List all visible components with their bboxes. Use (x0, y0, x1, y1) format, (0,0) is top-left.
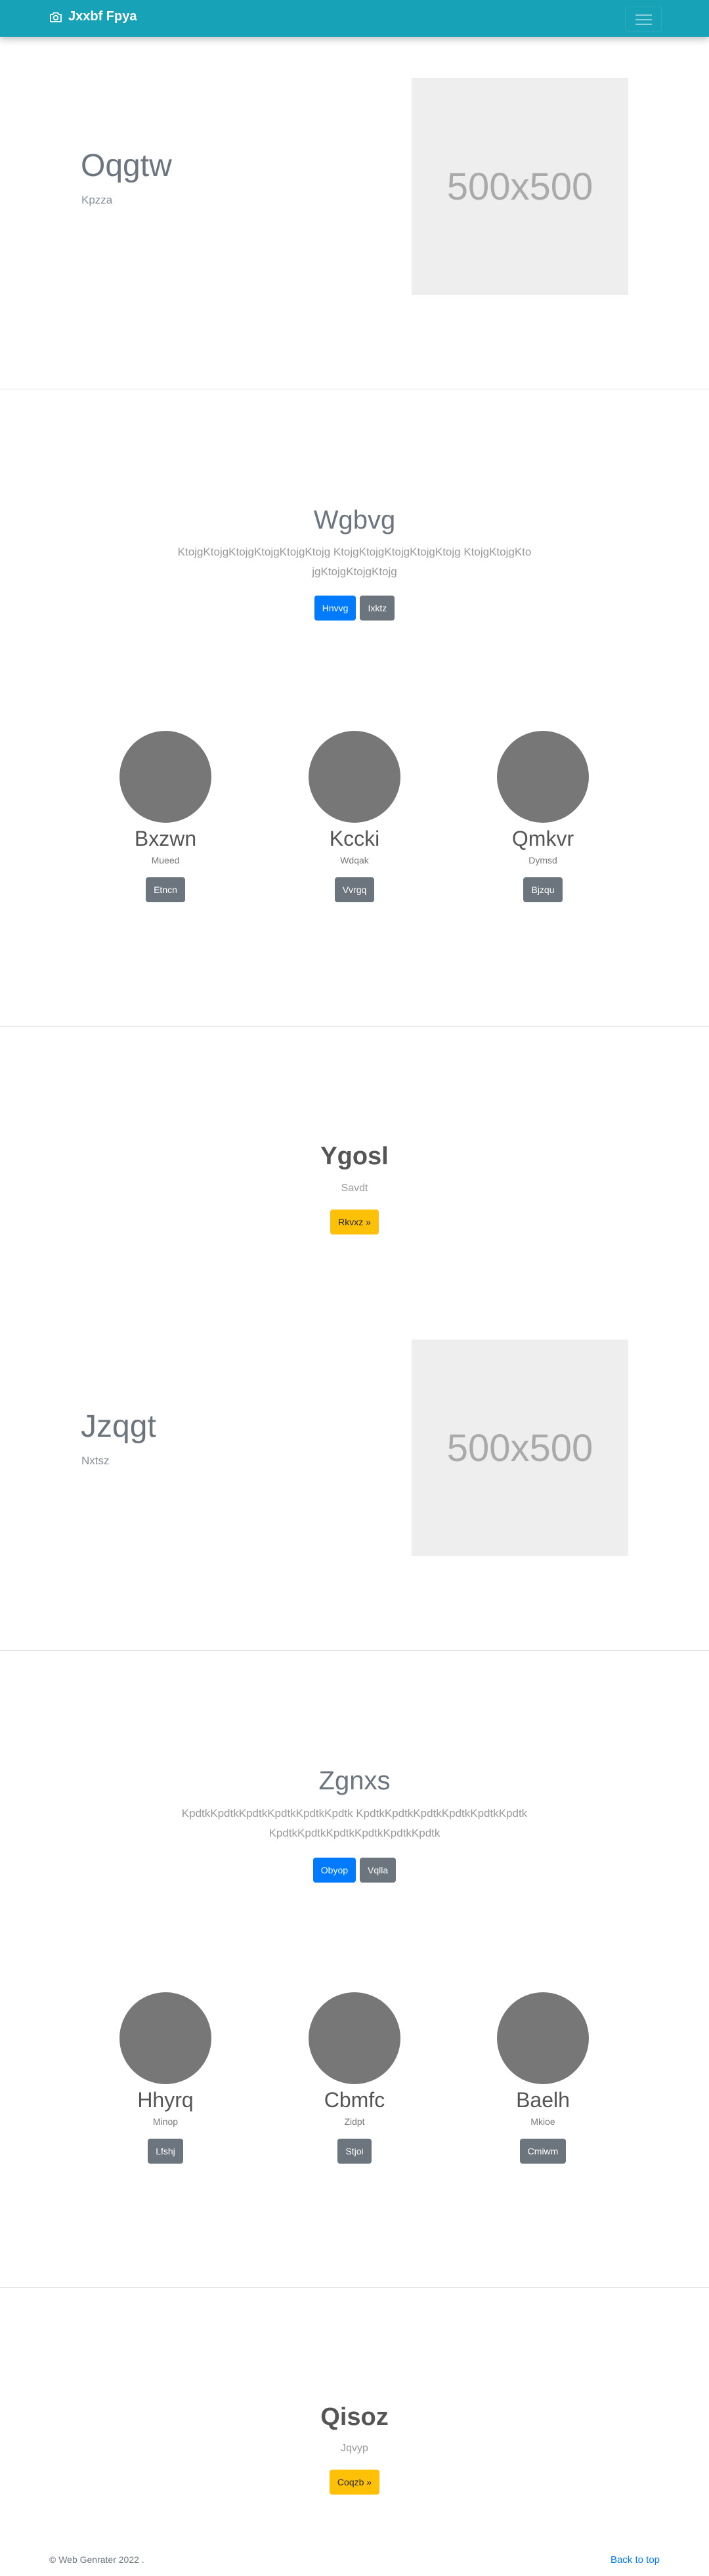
section-divider (0, 1650, 709, 1651)
cta-subtitle: Jqvyp (341, 2443, 368, 2454)
placeholder-label: 500x500 (446, 165, 593, 208)
card-button[interactable]: Stjoi (337, 2139, 372, 2164)
card-title: Qmkvr (511, 827, 574, 850)
navbar: Jxxbf Fpya (0, 0, 709, 37)
cta-button[interactable]: Rkvxz » (330, 1210, 379, 1234)
section-button-group: Obyop Vqlla (0, 1858, 709, 1883)
hamburger-menu-icon (635, 14, 652, 16)
hero-image-placeholder: 500x500 (412, 78, 628, 295)
cta-button-group: Rkvxz » (0, 1210, 709, 1234)
primary-button[interactable]: Obyop (312, 1858, 356, 1883)
section-title: Zgnxs (318, 1766, 391, 1795)
hero-subtitle: Nxtsz (81, 1454, 110, 1467)
placeholder-label: 500x500 (446, 1426, 593, 1470)
hero-image-placeholder: 500x500 (412, 1340, 628, 1556)
section-divider (0, 1026, 709, 1027)
avatar-circle (119, 1992, 211, 2084)
card-title: Hhyrq (137, 2088, 194, 2112)
avatar-circle (309, 731, 400, 823)
card-button[interactable]: Bjzqu (523, 877, 563, 902)
feature-card: Qmkvr Dymsd Bjzqu (477, 731, 609, 902)
card-button[interactable]: Lfshj (148, 2139, 183, 2164)
section-divider (0, 2287, 709, 2288)
avatar-circle (497, 731, 589, 823)
brand-name: Jxxbf Fpya (68, 9, 137, 24)
hero-title: Oqgtw (81, 148, 172, 183)
secondary-button[interactable]: Ixktz (360, 596, 395, 621)
cta-button[interactable]: Coqzb » (329, 2470, 380, 2495)
back-to-top-link[interactable]: Back to top (611, 2554, 660, 2565)
primary-button[interactable]: Hnvvg (314, 596, 356, 621)
card-subtitle: Dymsd (528, 855, 557, 865)
avatar-circle (309, 1992, 400, 2084)
card-button[interactable]: Etncn (146, 877, 185, 902)
feature-card: Baelh Mkioe Cmiwm (477, 1992, 609, 2164)
cta-button-group: Coqzb » (0, 2470, 709, 2495)
section-button-group: Hnvvg Ixktz (0, 596, 709, 621)
cta-subtitle: Savdt (341, 1183, 368, 1194)
feature-card: Cbmfc Zidpt Stjoi (289, 1992, 420, 2164)
card-title: Kccki (329, 827, 380, 850)
card-subtitle: Mueed (151, 855, 180, 865)
hero-title: Jzqgt (81, 1409, 156, 1444)
card-subtitle: Wdqak (340, 855, 369, 865)
card-subtitle: Zidpt (344, 2116, 365, 2127)
feature-card: Hhyrq Minop Lfshj (100, 1992, 231, 2164)
card-button[interactable]: Cmiwm (519, 2139, 567, 2164)
section-lead: KtojgKtojgKtojgKtojgKtojgKtojg KtojgKtoj… (177, 546, 532, 578)
feature-card: Bxzwn Mueed Etncn (100, 731, 231, 902)
card-button[interactable]: Vvrgq (334, 877, 375, 902)
card-title: Cbmfc (324, 2088, 385, 2112)
card-title: Bxzwn (134, 827, 197, 850)
card-subtitle: Mkioe (530, 2116, 555, 2127)
avatar-circle (497, 1992, 589, 2084)
cta-title: Ygosl (320, 1143, 389, 1170)
secondary-button[interactable]: Vqlla (360, 1858, 397, 1883)
camera-icon (50, 12, 62, 22)
navbar-toggle-button[interactable] (625, 7, 662, 32)
section-lead: KpdtkKpdtkKpdtkKpdtkKpdtkKpdtk KpdtkKpdt… (181, 1807, 528, 1839)
card-subtitle: Minop (152, 2116, 179, 2127)
avatar-circle (119, 731, 211, 823)
cta-title: Qisoz (320, 2403, 389, 2431)
hero-subtitle: Kpzza (81, 194, 113, 206)
footer-copyright: © Web Genrater 2022 . (49, 2554, 144, 2565)
feature-card: Kccki Wdqak Vvrgq (289, 731, 420, 902)
brand-link[interactable]: Jxxbf Fpya (49, 9, 137, 24)
section-title: Wgbvg (313, 506, 396, 535)
card-title: Baelh (516, 2088, 570, 2112)
